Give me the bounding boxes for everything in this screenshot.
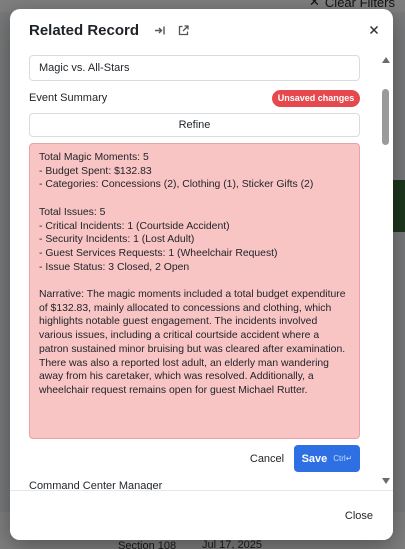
unsaved-changes-badge: Unsaved changes xyxy=(272,90,360,107)
close-icon[interactable] xyxy=(365,21,383,39)
scroll-up-arrow-icon[interactable] xyxy=(382,57,390,63)
modal-footer: Close xyxy=(10,490,393,540)
command-center-manager-label: Command Center Manager xyxy=(29,480,163,490)
event-name-field[interactable]: Magic vs. All-Stars xyxy=(29,55,360,81)
save-button[interactable]: Save Ctrl↵ xyxy=(294,445,360,472)
modal-title: Related Record xyxy=(29,21,140,39)
scroll-thumb[interactable] xyxy=(382,89,389,145)
refine-button[interactable]: Refine xyxy=(29,113,360,137)
modal-scrollbar[interactable] xyxy=(379,51,393,490)
related-record-modal: Related Record Magic vs. All-Stars Event… xyxy=(10,9,393,540)
open-external-icon[interactable] xyxy=(175,22,191,38)
modal-body: Magic vs. All-Stars Event Summary Unsave… xyxy=(10,51,393,490)
keyboard-shortcut-hint: Ctrl↵ xyxy=(333,454,353,463)
save-label: Save xyxy=(301,452,328,465)
scroll-down-arrow-icon[interactable] xyxy=(382,478,390,484)
modal-header: Related Record xyxy=(10,9,393,51)
cancel-button[interactable]: Cancel xyxy=(248,446,286,472)
collapse-panel-icon[interactable] xyxy=(151,22,167,38)
event-summary-label: Event Summary xyxy=(29,92,108,104)
event-summary-textarea[interactable]: Total Magic Moments: 5 - Budget Spent: $… xyxy=(29,143,360,439)
close-button[interactable]: Close xyxy=(345,505,373,527)
